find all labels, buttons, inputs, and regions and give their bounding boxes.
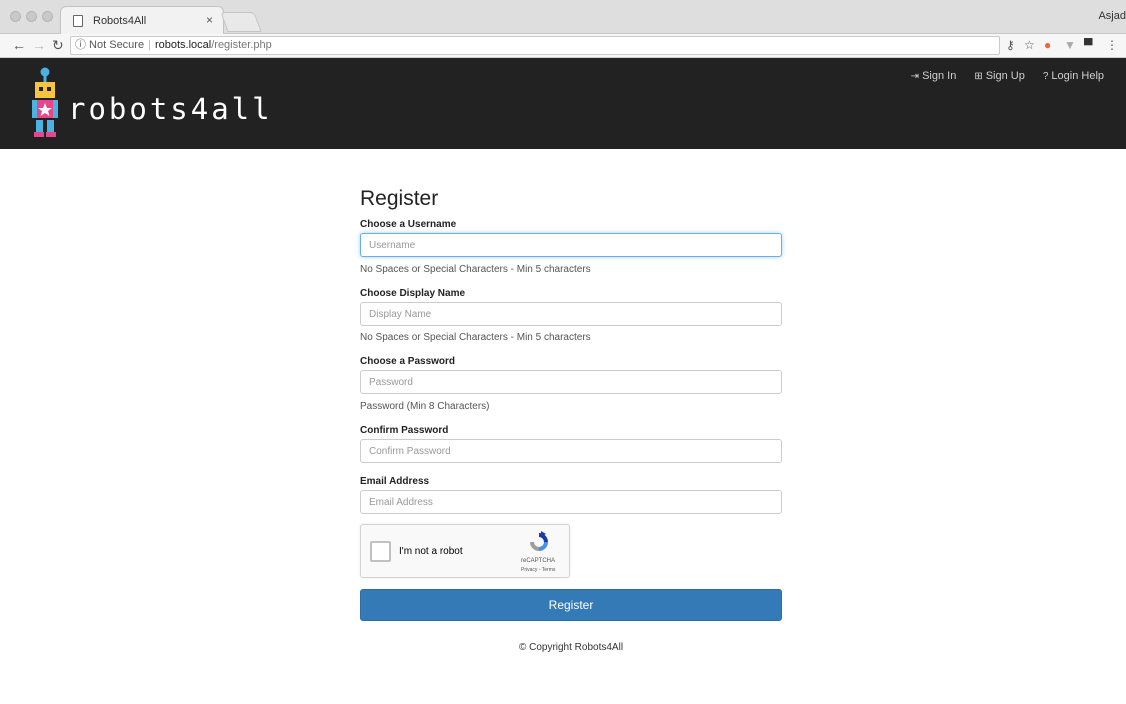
filter-extension-icon[interactable]: ▼ (1064, 38, 1076, 52)
confirm-password-input[interactable] (360, 439, 782, 463)
top-nav: ⇥ Sign In ⊞ Sign Up ? Login Help (911, 70, 1104, 82)
browser-toolbar: ← → ↻ ⓘ Not Secure | robots.local/register… (0, 34, 1126, 58)
sign-in-icon: ⇥ (910, 70, 920, 82)
footer-copyright: © Copyright Robots4All (518, 642, 624, 653)
username-label: Choose a Username (360, 219, 457, 230)
security-indicator[interactable]: ⓘ Not Secure (75, 39, 144, 51)
window-close-button[interactable] (10, 11, 21, 22)
browser-tab-bar: Robots4All × Asjad (0, 0, 1126, 34)
display-name-input[interactable] (360, 302, 782, 326)
username-help: No Spaces or Special Characters - Min 5 … (360, 264, 591, 275)
recaptcha-privacy-terms[interactable]: Privacy - Terms (521, 567, 555, 573)
tab-close-icon[interactable]: × (206, 13, 213, 27)
recaptcha-widget: I'm not a robot reCAPTCHA Privacy - Term… (360, 524, 570, 578)
new-tab-button[interactable] (220, 12, 262, 32)
recaptcha-logo-icon (530, 531, 548, 551)
reload-icon[interactable]: ↻ (52, 37, 64, 54)
forward-icon[interactable]: → (32, 37, 46, 53)
robot-logo-icon[interactable] (28, 66, 62, 138)
username-input[interactable] (360, 233, 782, 257)
page-icon (73, 15, 83, 27)
recaptcha-brand: reCAPTCHA (521, 558, 556, 564)
question-circle-icon: ? (1042, 70, 1049, 82)
back-icon[interactable]: ← (12, 37, 26, 53)
display-name-help: No Spaces or Special Characters - Min 5 … (360, 332, 591, 343)
url-host: robots.local (154, 39, 212, 51)
site-header: robots4all ⇥ Sign In ⊞ Sign Up ? Login H… (0, 58, 1126, 149)
url-path: /register.php (211, 39, 272, 51)
brand-name[interactable]: robots4all (68, 92, 273, 126)
nav-sign-in[interactable]: ⇥ Sign In (911, 70, 957, 82)
address-bar[interactable]: ⓘ Not Secure | robots.local/register.php (70, 36, 1000, 55)
password-input[interactable] (360, 370, 782, 394)
password-label: Choose a Password (360, 356, 456, 367)
window-maximize-button[interactable] (42, 11, 53, 22)
extension-icon[interactable]: ● (1044, 38, 1051, 52)
nav-sign-up[interactable]: ⊞ Sign Up (974, 70, 1025, 82)
nav-login-help[interactable]: ? Login Help (1043, 70, 1104, 82)
nav-login-help-label: Login Help (1051, 70, 1104, 82)
confirm-password-label: Confirm Password (360, 425, 449, 436)
register-button[interactable]: Register (360, 589, 782, 621)
tab-title: Robots4All (93, 15, 147, 27)
email-label: Email Address (360, 476, 430, 487)
plus-square-icon: ⊞ (974, 70, 983, 82)
window-minimize-button[interactable] (26, 11, 37, 22)
nav-sign-up-label: Sign Up (985, 70, 1025, 82)
display-name-label: Choose Display Name (360, 288, 466, 299)
nav-sign-in-label: Sign In (922, 70, 957, 82)
page-title: Register (360, 187, 439, 210)
browser-profile-name[interactable]: Asjad (1098, 10, 1126, 22)
email-input[interactable] (360, 490, 782, 514)
browser-tab[interactable]: Robots4All × (60, 6, 224, 34)
screen-extension-icon[interactable]: ▀ (1084, 38, 1093, 52)
key-icon[interactable]: ⚷ (1006, 38, 1015, 52)
recaptcha-label: I'm not a robot (399, 546, 463, 557)
recaptcha-checkbox[interactable] (370, 541, 391, 562)
password-help: Password (Min 8 Characters) (360, 401, 490, 412)
star-icon[interactable]: ☆ (1024, 38, 1035, 52)
menu-icon[interactable]: ⋮ (1106, 38, 1118, 52)
